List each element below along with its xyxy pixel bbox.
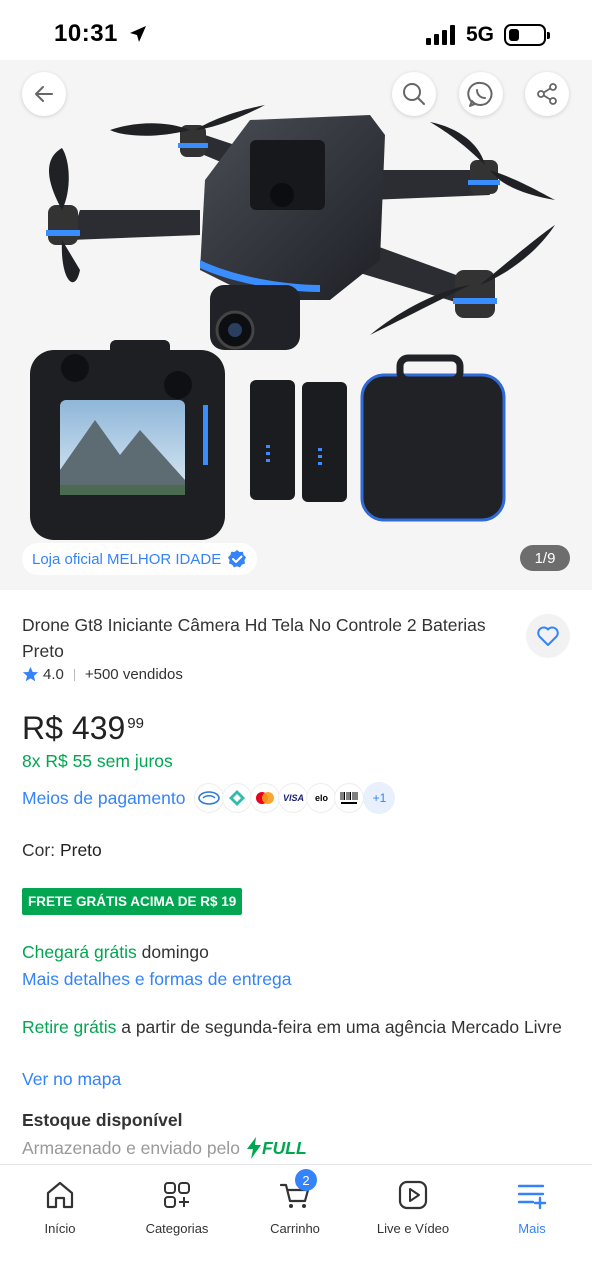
network-type: 5G — [466, 23, 495, 46]
installments: 8x R$ 55 sem juros — [22, 751, 173, 771]
price-cents: 99 — [127, 715, 144, 732]
stored-text: Armazenado e enviado pelo — [22, 1137, 240, 1158]
more-payment-methods[interactable]: +1 — [363, 782, 396, 814]
share-icon — [537, 83, 557, 105]
product-title: Drone Gt8 Iniciante Câmera Hd Tela No Co… — [22, 615, 486, 661]
delivery-details-link[interactable]: Mais detalhes e formas de entrega — [22, 967, 291, 992]
arrival-info: Chegará grátis domingo — [22, 940, 209, 965]
fulfillment-info: Armazenado e enviado pelo FULL — [22, 1137, 307, 1159]
bottom-navigation: Início Categorias 2 Carrinho Live e Víde… — [0, 1164, 592, 1280]
pickup-text: a partir de segunda-feira em uma agência… — [121, 1017, 562, 1037]
lightning-icon — [246, 1137, 261, 1159]
mastercard-icon — [251, 784, 280, 812]
pickup-info: Retire grátis a partir de segunda-feira … — [22, 1015, 572, 1040]
cart-count-badge: 2 — [295, 1169, 317, 1191]
whatsapp-share-button[interactable] — [459, 72, 503, 116]
sold-count: +500 vendidos — [84, 666, 183, 683]
home-icon — [46, 1181, 74, 1209]
back-arrow-icon — [35, 86, 53, 102]
store-name: Loja oficial MELHOR IDADE — [32, 550, 222, 568]
nav-more-label: Mais — [518, 1221, 546, 1236]
arrival-free-label: Chegará grátis — [22, 942, 137, 962]
star-icon — [22, 666, 39, 682]
nav-more[interactable]: Mais — [477, 1179, 587, 1236]
price-currency: R$ — [22, 710, 63, 746]
price-main: 439 — [71, 710, 126, 746]
color-value: Preto — [59, 840, 102, 860]
color-label: Cor: — [22, 840, 56, 860]
nav-cart-label: Carrinho — [270, 1221, 320, 1236]
official-store-badge[interactable]: Loja oficial MELHOR IDADE — [22, 543, 258, 575]
back-button[interactable] — [22, 72, 66, 116]
nav-live-video[interactable]: Live e Vídeo — [358, 1179, 468, 1236]
stock-title: Estoque disponível — [22, 1110, 183, 1130]
status-time: 10:31 — [54, 20, 118, 47]
nav-categories[interactable]: Categorias — [122, 1179, 232, 1236]
heart-icon — [537, 626, 559, 646]
image-counter: 1/9 — [520, 545, 570, 571]
map-link[interactable]: Ver no mapa — [22, 1067, 121, 1092]
nav-live-video-label: Live e Vídeo — [376, 1221, 450, 1236]
divider — [73, 668, 75, 681]
pickup-free-label: Retire grátis — [22, 1017, 117, 1037]
free-shipping-badge: FRETE GRÁTIS ACIMA DE R$ 19 — [22, 888, 243, 915]
nav-cart[interactable]: 2 Carrinho — [240, 1169, 350, 1236]
play-video-icon — [398, 1180, 428, 1210]
menu-more-icon — [517, 1184, 547, 1210]
categories-icon — [164, 1182, 190, 1208]
visa-icon: VISA — [279, 784, 308, 812]
search-button[interactable] — [392, 72, 436, 116]
elo-icon: elo — [307, 784, 336, 812]
boleto-icon — [335, 784, 364, 812]
nav-home[interactable]: Início — [5, 1179, 115, 1236]
verified-icon — [228, 550, 247, 568]
whatsapp-share-icon — [467, 81, 493, 107]
favorite-button[interactable] — [526, 614, 570, 658]
nav-categories-label: Categorias — [145, 1221, 209, 1236]
mercado-pago-icon — [195, 784, 224, 812]
color-selector[interactable]: Cor: Preto — [22, 840, 102, 861]
full-label: FULL — [261, 1137, 307, 1158]
search-icon — [403, 83, 425, 105]
pix-icon — [223, 784, 252, 812]
payment-methods-row[interactable]: Meios de pagamento VISA elo +1 — [22, 782, 396, 814]
location-arrow-icon — [130, 26, 146, 42]
rating-row[interactable]: 4.0 +500 vendidos — [22, 666, 183, 683]
share-button[interactable] — [525, 72, 569, 116]
nav-home-label: Início — [44, 1221, 76, 1236]
price: R$ 439 99 — [22, 710, 144, 747]
rating-value: 4.0 — [43, 666, 64, 683]
signal-icon — [426, 25, 455, 45]
battery-icon — [504, 24, 550, 46]
payment-methods-link[interactable]: Meios de pagamento — [22, 788, 185, 809]
product-image-gallery[interactable] — [0, 60, 592, 590]
product-image — [30, 105, 555, 540]
full-badge: FULL — [246, 1137, 307, 1159]
arrival-day: domingo — [141, 942, 209, 962]
